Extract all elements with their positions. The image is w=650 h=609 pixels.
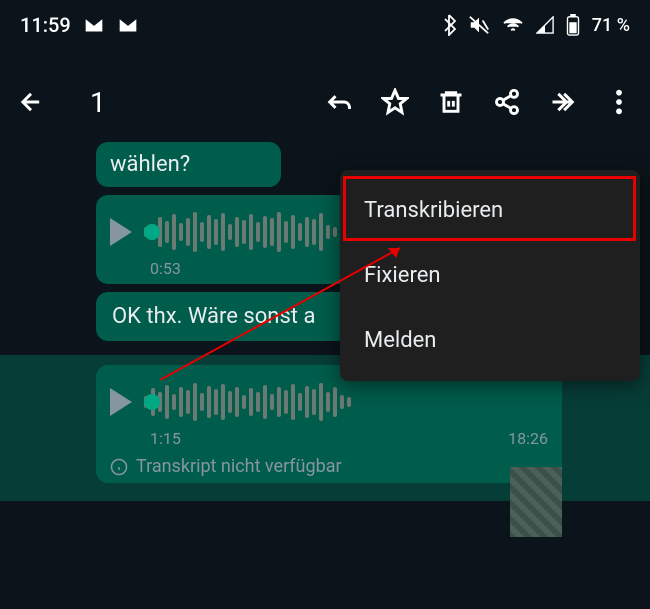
message-bubble[interactable]: wählen?: [96, 142, 281, 187]
forward-icon[interactable]: [548, 87, 578, 117]
status-right: 71 %: [442, 14, 630, 36]
menu-transcribe[interactable]: Transkribieren: [340, 178, 640, 243]
battery-percent: 71 %: [592, 15, 630, 36]
reply-icon[interactable]: [324, 87, 354, 117]
mail-icon: [117, 16, 139, 34]
status-left: 11:59: [20, 13, 139, 37]
battery-icon: [566, 14, 580, 36]
share-icon[interactable]: [492, 87, 522, 117]
action-bar: 1: [0, 68, 650, 136]
playhead-dot[interactable]: [144, 394, 160, 410]
play-icon[interactable]: [110, 218, 132, 246]
voice-duration: 0:53: [150, 259, 181, 278]
wifi-icon: [502, 16, 524, 34]
mail-icon: [83, 16, 105, 34]
status-time: 11:59: [20, 13, 71, 37]
selection-count: 1: [90, 86, 106, 119]
signal-icon: [536, 16, 554, 34]
play-icon[interactable]: [110, 388, 132, 416]
pixelated-region: [510, 467, 562, 537]
voice-message-selected[interactable]: 1:15 18:26 Transkript nicht verfügbar: [96, 365, 562, 483]
menu-pin[interactable]: Fixieren: [340, 243, 640, 308]
voice-duration: 1:15: [150, 429, 181, 448]
voice-controls: [110, 381, 548, 423]
trash-icon[interactable]: [436, 87, 466, 117]
status-bar: 11:59 71 %: [0, 0, 650, 50]
back-icon[interactable]: [16, 87, 46, 117]
voice-meta: 1:15 18:26: [110, 429, 548, 448]
waveform[interactable]: [144, 381, 548, 423]
transcript-unavailable-label: Transkript nicht verfügbar: [136, 456, 342, 477]
more-icon[interactable]: [604, 87, 634, 117]
voice-timestamp: 18:26: [508, 429, 548, 448]
star-icon[interactable]: [380, 87, 410, 117]
context-menu: Transkribieren Fixieren Melden: [340, 170, 640, 381]
menu-report[interactable]: Melden: [340, 308, 640, 373]
bluetooth-icon: [442, 14, 456, 36]
mute-icon: [468, 14, 490, 36]
playhead-dot[interactable]: [144, 224, 160, 240]
transcript-unavailable: Transkript nicht verfügbar: [110, 456, 548, 477]
info-icon: [110, 458, 128, 476]
